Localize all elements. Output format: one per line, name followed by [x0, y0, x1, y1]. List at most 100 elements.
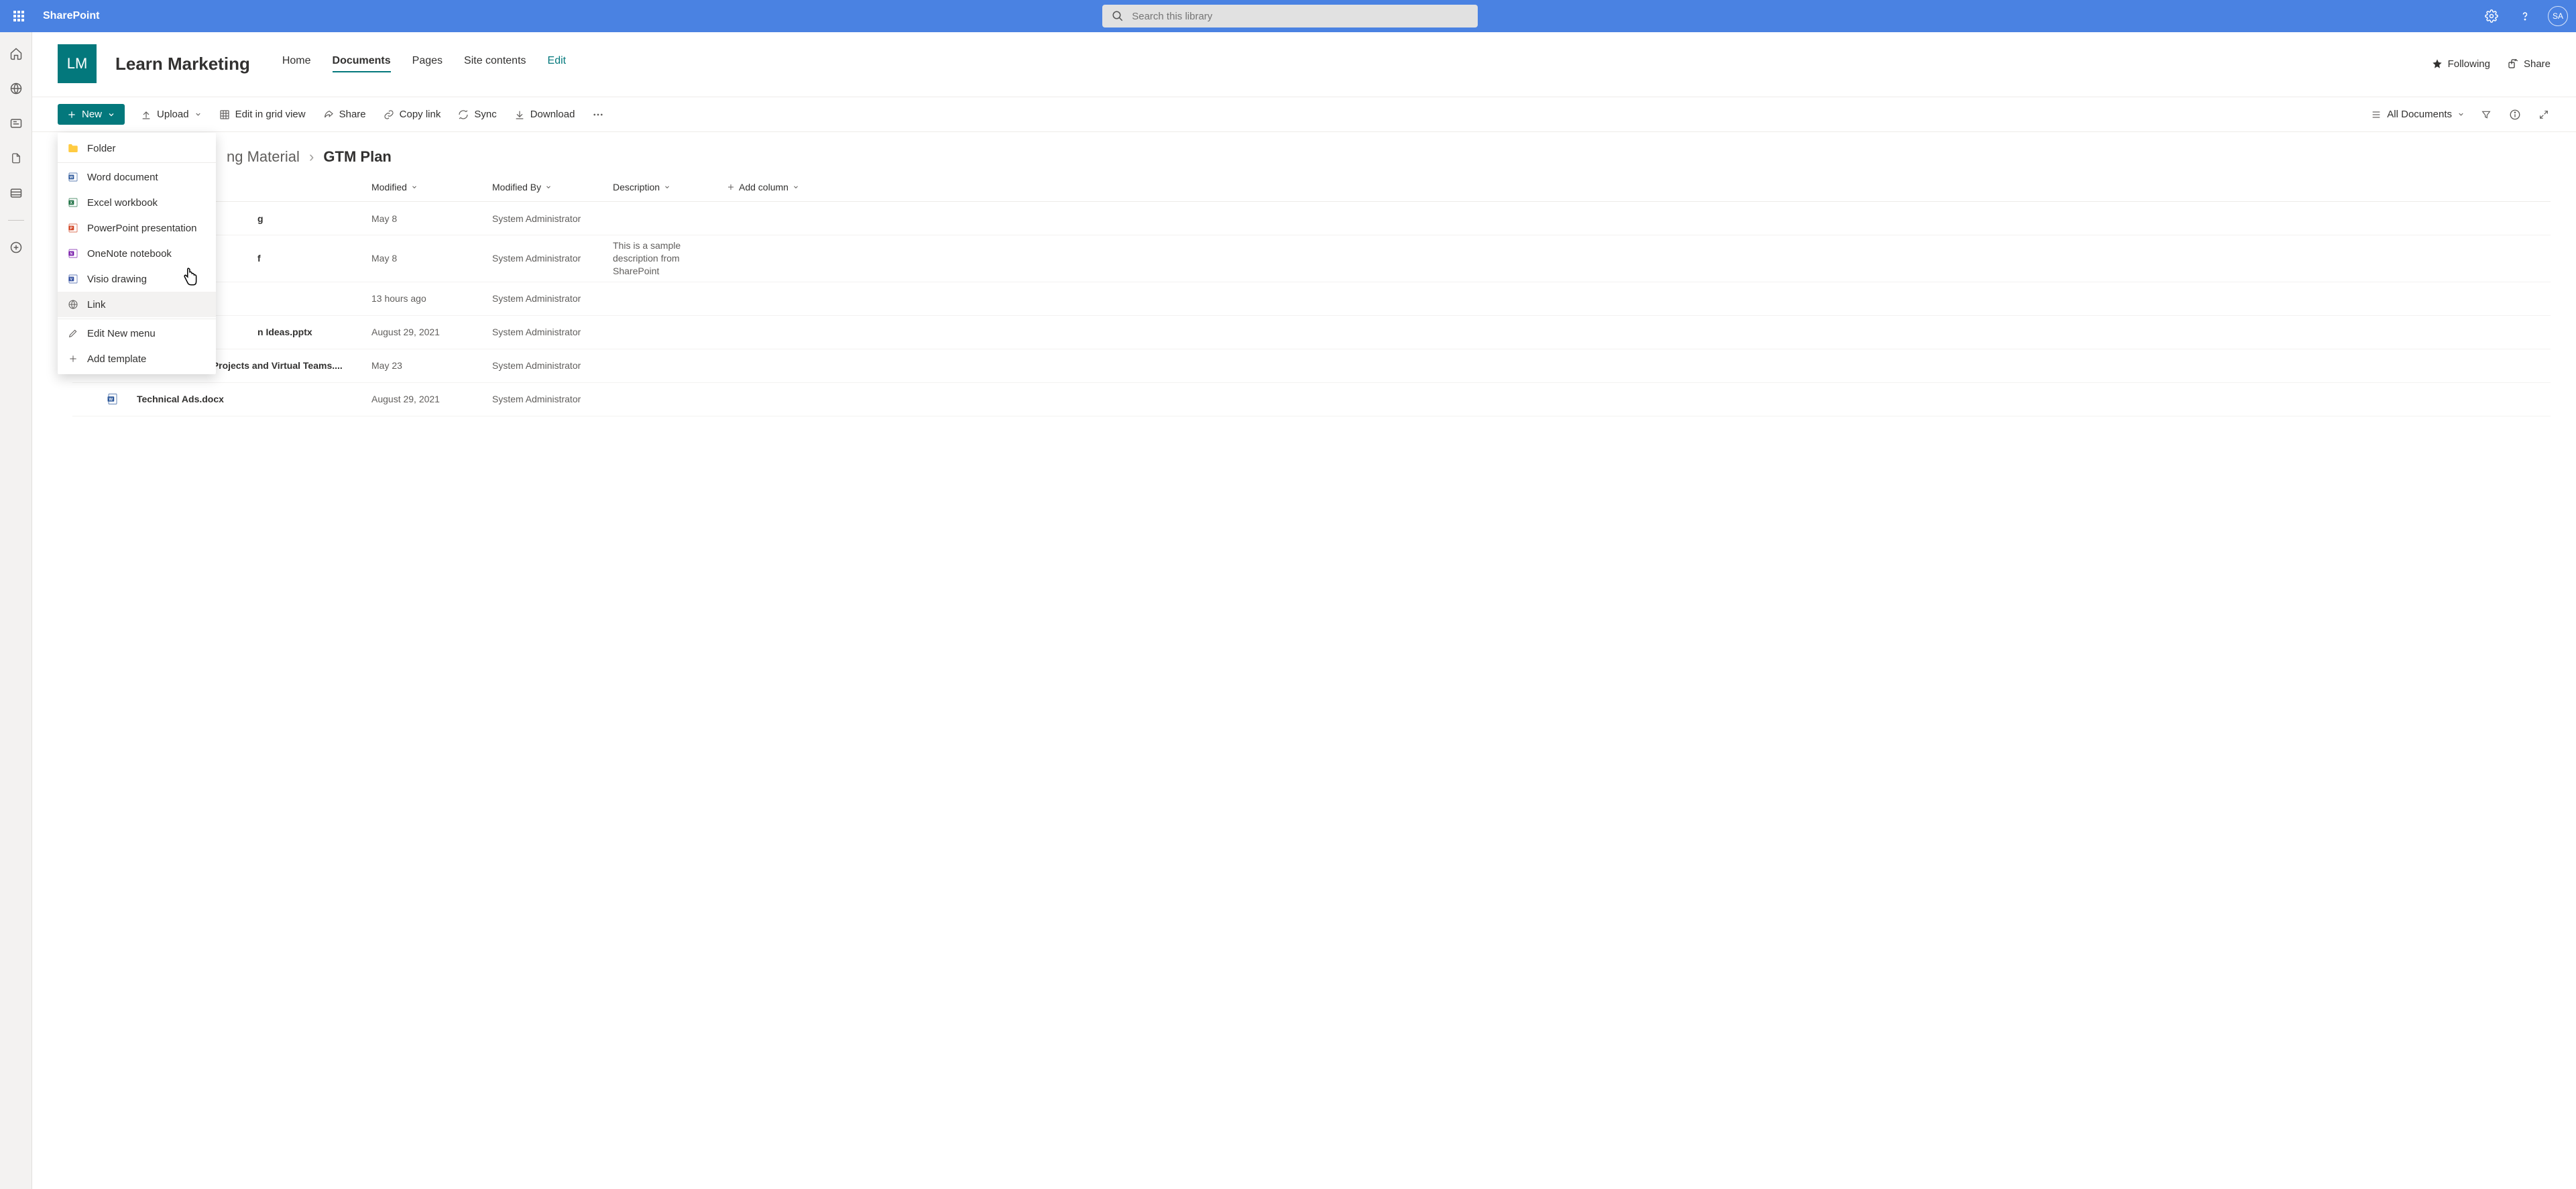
search-box[interactable] [1102, 5, 1478, 27]
folder-icon [67, 142, 79, 154]
grid-icon [219, 109, 230, 120]
breadcrumb-segment[interactable]: ng Material [227, 148, 300, 165]
suite-header: SharePoint SA [0, 0, 2576, 32]
modified-cell: August 29, 2021 [371, 394, 492, 404]
plus-icon [67, 110, 76, 119]
new-menu-onenote[interactable]: N OneNote notebook [58, 241, 216, 266]
new-menu-add-template-label: Add template [87, 353, 146, 365]
column-add[interactable]: Add column [727, 182, 834, 192]
excel-icon: X [67, 196, 79, 209]
modified-by-cell: System Administrator [492, 253, 613, 264]
document-list: Name Modified Modified By Description Ad… [32, 172, 2576, 416]
new-menu-visio-label: Visio drawing [87, 274, 147, 285]
help-button[interactable] [2514, 5, 2536, 27]
news-icon [9, 117, 23, 130]
new-menu-folder[interactable]: Folder [58, 135, 216, 161]
breadcrumb-current: GTM Plan [323, 148, 391, 165]
edit-grid-button[interactable]: Edit in grid view [218, 106, 307, 123]
rail-mysites-button[interactable] [8, 80, 24, 97]
site-logo[interactable]: LM [58, 44, 97, 83]
column-description[interactable]: Description [613, 182, 727, 192]
share-arrow-icon [323, 109, 334, 120]
copy-link-button[interactable]: Copy link [382, 106, 443, 123]
view-label: All Documents [2387, 109, 2452, 120]
chevron-down-icon [411, 184, 418, 190]
sync-label: Sync [474, 109, 496, 120]
download-label: Download [530, 109, 575, 120]
modified-cell: May 8 [371, 213, 492, 224]
main-area: LM Learn Marketing Home Documents Pages … [32, 32, 2576, 1189]
info-button[interactable] [2508, 106, 2522, 123]
pencil-icon [67, 327, 79, 339]
column-modified-label: Modified [371, 182, 407, 192]
view-selector[interactable]: All Documents [2371, 109, 2465, 120]
file-icon [10, 152, 22, 165]
rail-news-button[interactable] [8, 115, 24, 131]
chevron-down-icon [545, 184, 552, 190]
waffle-icon [13, 11, 24, 21]
share-button[interactable]: Share [322, 106, 367, 123]
rail-lists-button[interactable] [8, 185, 24, 201]
new-label: New [82, 109, 102, 120]
file-name[interactable]: Technical Ads.docx [137, 394, 371, 404]
chevron-down-icon [194, 111, 202, 118]
overflow-button[interactable] [591, 106, 605, 123]
brand-label[interactable]: SharePoint [43, 10, 99, 22]
new-menu-add-template[interactable]: Add template [58, 346, 216, 372]
sync-button[interactable]: Sync [457, 106, 497, 123]
new-menu-word[interactable]: W Word document [58, 164, 216, 190]
column-modified-by-label: Modified By [492, 182, 541, 192]
menu-divider [58, 162, 216, 163]
modified-by-cell: System Administrator [492, 394, 613, 404]
tab-documents[interactable]: Documents [333, 55, 391, 72]
table-row[interactable]: fMay 8System AdministratorThis is a samp… [72, 235, 2551, 282]
upload-button[interactable]: Upload [139, 106, 203, 123]
svg-text:V: V [70, 278, 73, 282]
table-row[interactable]: 13 hours agoSystem Administrator [72, 282, 2551, 316]
info-icon [2509, 109, 2521, 121]
new-menu-powerpoint[interactable]: P PowerPoint presentation [58, 215, 216, 241]
filter-button[interactable] [2479, 107, 2493, 123]
search-input[interactable] [1132, 11, 1468, 22]
rail-create-button[interactable] [8, 239, 24, 256]
modified-by-cell: System Administrator [492, 293, 613, 304]
home-icon [9, 47, 23, 60]
description-cell: This is a sample description from ShareP… [613, 239, 727, 278]
new-menu-powerpoint-label: PowerPoint presentation [87, 223, 196, 234]
expand-button[interactable] [2537, 107, 2551, 123]
help-icon [2518, 9, 2532, 23]
table-header: Name Modified Modified By Description Ad… [72, 172, 2551, 202]
table-row[interactable]: WLeading Remote Projects and Virtual Tea… [72, 349, 2551, 383]
tab-pages[interactable]: Pages [412, 55, 443, 72]
rail-home-button[interactable] [8, 46, 24, 62]
link-icon [384, 109, 394, 120]
following-button[interactable]: Following [2432, 58, 2490, 70]
tab-home[interactable]: Home [282, 55, 311, 72]
new-menu-link-label: Link [87, 299, 106, 310]
user-avatar[interactable]: SA [2548, 6, 2568, 26]
column-modified-by[interactable]: Modified By [492, 182, 613, 192]
tab-edit[interactable]: Edit [548, 55, 567, 72]
download-button[interactable]: Download [513, 106, 577, 123]
column-modified[interactable]: Modified [371, 182, 492, 192]
new-menu-excel[interactable]: X Excel workbook [58, 190, 216, 215]
breadcrumb: ng Material › GTM Plan [32, 132, 2576, 172]
upload-label: Upload [157, 109, 189, 120]
settings-button[interactable] [2481, 5, 2502, 27]
site-share-button[interactable]: Share [2508, 58, 2551, 70]
plus-icon [727, 183, 735, 191]
tab-site-contents[interactable]: Site contents [464, 55, 526, 72]
rail-files-button[interactable] [8, 150, 24, 166]
gear-icon [2485, 9, 2498, 23]
table-row[interactable]: n Ideas.pptxAugust 29, 2021System Admini… [72, 316, 2551, 349]
new-menu-visio[interactable]: V Visio drawing [58, 266, 216, 292]
table-row[interactable]: gMay 8System Administrator [72, 202, 2551, 235]
app-launcher-button[interactable] [8, 5, 30, 27]
new-menu-link[interactable]: Link [58, 292, 216, 317]
star-icon [2432, 58, 2443, 69]
new-button[interactable]: New [58, 104, 125, 125]
new-menu-word-label: Word document [87, 172, 158, 183]
table-row[interactable]: WTechnical Ads.docxAugust 29, 2021System… [72, 383, 2551, 416]
site-title[interactable]: Learn Marketing [115, 54, 250, 74]
new-menu-edit[interactable]: Edit New menu [58, 321, 216, 346]
